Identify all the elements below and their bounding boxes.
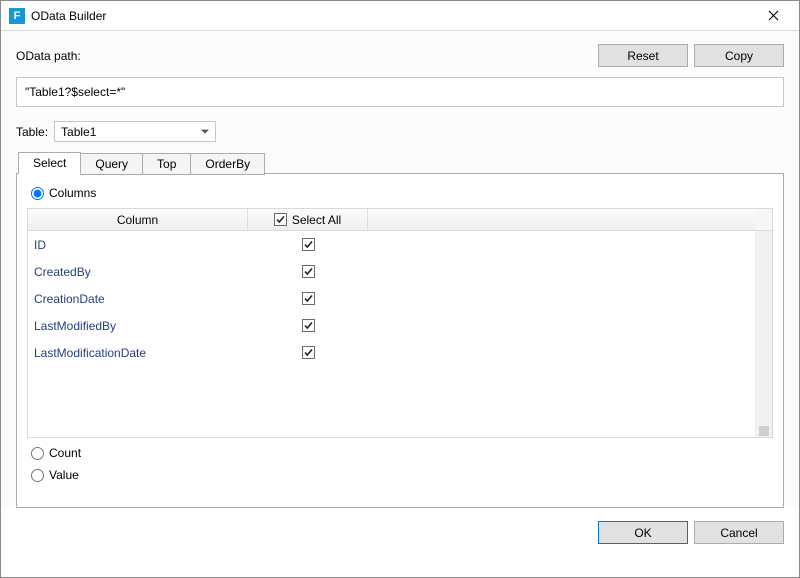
column-header-name[interactable]: Column xyxy=(28,209,248,230)
check-icon xyxy=(303,293,314,304)
tab-orderby[interactable]: OrderBy xyxy=(190,153,265,175)
dialog-footer: OK Cancel xyxy=(1,508,799,544)
table-row[interactable]: CreatedBy xyxy=(28,258,755,285)
check-icon xyxy=(303,347,314,358)
column-name: LastModifiedBy xyxy=(28,319,248,333)
table-row[interactable]: ID xyxy=(28,231,755,258)
radio-count-label: Count xyxy=(49,446,81,460)
scroll-header-gap xyxy=(755,209,772,230)
column-checkbox[interactable] xyxy=(302,346,315,359)
column-checkbox[interactable] xyxy=(302,238,315,251)
app-icon: F xyxy=(9,8,25,24)
tab-top[interactable]: Top xyxy=(142,153,191,175)
radio-value-label: Value xyxy=(49,468,79,482)
radio-columns-row[interactable]: Columns xyxy=(31,186,773,200)
table-row[interactable]: CreationDate xyxy=(28,285,755,312)
columns-table: Column Select All ID CreatedBy CreationDat… xyxy=(27,208,773,438)
column-name: LastModificationDate xyxy=(28,346,248,360)
radio-count-row[interactable]: Count xyxy=(31,446,773,460)
column-checkbox[interactable] xyxy=(302,292,315,305)
radio-columns-label: Columns xyxy=(49,186,96,200)
select-all-checkbox[interactable] xyxy=(274,213,287,226)
check-icon xyxy=(303,266,314,277)
table-row[interactable]: LastModifiedBy xyxy=(28,312,755,339)
radio-columns[interactable] xyxy=(31,187,44,200)
column-name: CreatedBy xyxy=(28,265,248,279)
table-row[interactable]: LastModificationDate xyxy=(28,339,755,366)
check-icon xyxy=(303,320,314,331)
columns-scrollbar[interactable] xyxy=(755,231,772,437)
column-checkbox[interactable] xyxy=(302,265,315,278)
column-name: CreationDate xyxy=(28,292,248,306)
radio-count[interactable] xyxy=(31,447,44,460)
tab-query[interactable]: Query xyxy=(80,153,143,175)
table-select-value: Table1 xyxy=(61,125,96,139)
column-header-selectall[interactable]: Select All xyxy=(248,209,368,230)
column-name: ID xyxy=(28,238,248,252)
tab-panel-select: Columns Column Select All ID CreatedBy Cre… xyxy=(16,173,784,508)
cancel-button[interactable]: Cancel xyxy=(694,521,784,544)
scrollbar-thumb[interactable] xyxy=(759,426,769,436)
close-icon xyxy=(768,10,779,21)
window-close-button[interactable] xyxy=(753,2,793,30)
tabs: Select Query Top OrderBy xyxy=(18,152,784,174)
radio-value-row[interactable]: Value xyxy=(31,468,773,482)
ok-button[interactable]: OK xyxy=(598,521,688,544)
odata-path-label: OData path: xyxy=(16,49,81,63)
table-label: Table: xyxy=(16,125,48,139)
check-icon xyxy=(275,214,286,225)
window-title: OData Builder xyxy=(31,9,753,23)
column-checkbox[interactable] xyxy=(302,319,315,332)
copy-button[interactable]: Copy xyxy=(694,44,784,67)
columns-table-header: Column Select All xyxy=(28,209,772,231)
select-all-label: Select All xyxy=(292,213,341,227)
odata-path-input[interactable] xyxy=(16,77,784,107)
tab-select[interactable]: Select xyxy=(18,152,81,174)
reset-button[interactable]: Reset xyxy=(598,44,688,67)
radio-value[interactable] xyxy=(31,469,44,482)
check-icon xyxy=(303,239,314,250)
table-select[interactable]: Table1 xyxy=(54,121,216,142)
window-titlebar: F OData Builder xyxy=(1,1,799,31)
